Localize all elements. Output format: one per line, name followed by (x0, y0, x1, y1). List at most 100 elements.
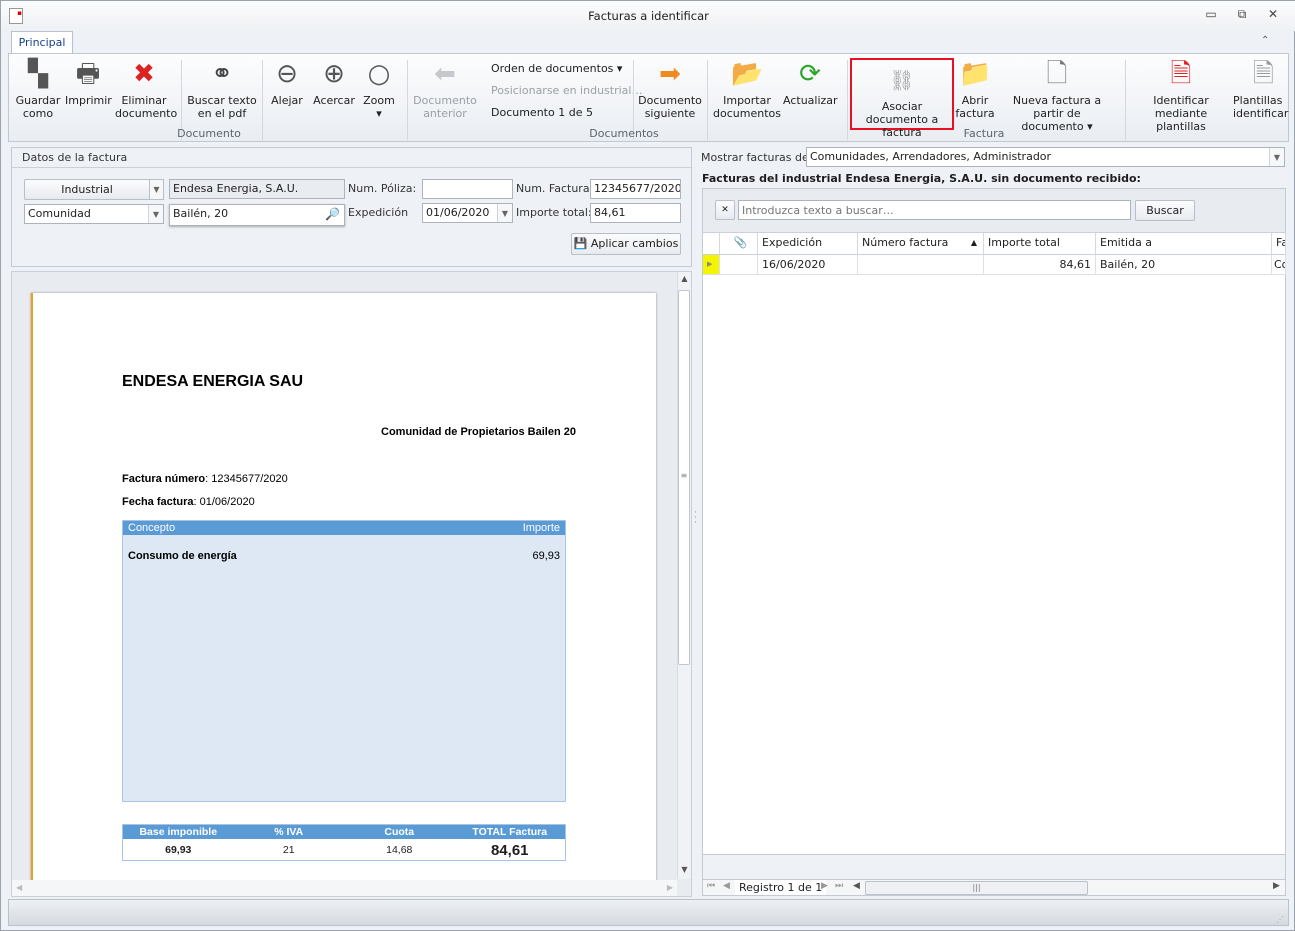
column-header-emitida[interactable]: Emitida a (1096, 233, 1272, 255)
alejar-button[interactable]: ⊖ Alejar (267, 58, 307, 107)
mostrar-label: Mostrar facturas de: (701, 151, 813, 164)
mostrar-dropdown[interactable]: ▼ (1269, 148, 1284, 166)
attachment-column-header[interactable]: 📎 (720, 233, 758, 255)
delete-icon: ✖ (133, 59, 155, 89)
industrial-type-button[interactable]: Industrial (24, 179, 150, 200)
pdf-vertical-scrollbar[interactable]: ▲ ≡ ▼ (677, 272, 691, 879)
arrow-left-icon: ⬅ (434, 59, 456, 89)
imprimir-button[interactable]: 🖶 Imprimir (65, 58, 112, 107)
concepto-header: Concepto (128, 522, 176, 534)
window-title: Facturas a identificar (588, 9, 709, 23)
plantillas-button[interactable]: 🗎Plantillas identificar f (1233, 58, 1289, 120)
total-factura: 84,61 (490, 841, 529, 859)
eliminar-documento-button[interactable]: ✖ Eliminar documento (115, 58, 177, 120)
industrial-field[interactable]: Endesa Energia, S.A.U. (169, 179, 345, 199)
close-button[interactable]: ✕ (1263, 7, 1283, 23)
group-factura-label: Factura (963, 127, 1005, 140)
poliza-input[interactable] (422, 179, 513, 199)
refresh-icon: ⟳ (799, 59, 821, 89)
minimize-button[interactable]: ▭ (1201, 7, 1221, 23)
documento-counter: Documento 1 de 5 (491, 106, 593, 119)
collapse-ribbon-icon[interactable]: ⌃ (1261, 35, 1269, 46)
actualizar-button[interactable]: ⟳ Actualizar (783, 58, 838, 107)
pdf-scroll-thumb[interactable]: ≡ (678, 290, 690, 665)
table-cell-importe[interactable]: 84,61 (984, 255, 1096, 275)
column-header-importe[interactable]: Importe total (984, 233, 1096, 255)
table-cell-attachment[interactable] (720, 255, 758, 275)
splitter-handle[interactable]: · · · (694, 509, 697, 528)
documento-siguiente-button[interactable]: ➡ Documento siguiente (637, 58, 703, 120)
importar-documentos-button[interactable]: 📂 Importar documentos (711, 58, 783, 120)
orden-documentos-dropdown[interactable]: Orden de documentos ▾ (491, 62, 622, 75)
posicionarse-button[interactable]: Posicionarse en industrial… (491, 84, 642, 97)
concepto-table: Concepto Importe Consumo de energía 69,93 (122, 520, 566, 802)
totals-header: TOTAL Factura (472, 826, 548, 838)
column-header-expedicion[interactable]: Expedición (758, 233, 858, 255)
abrir-factura-button[interactable]: 📁 Abrir factura (955, 58, 995, 120)
scroll-right-button[interactable]: ▶ (1273, 881, 1280, 891)
concepto-importe: 69,93 (532, 550, 560, 562)
last-record-button[interactable]: ⏭ (835, 881, 843, 891)
pdf-page: ENDESA ENERGIA SAU Comunidad de Propieta… (31, 293, 656, 883)
first-record-button[interactable]: ⏮ (707, 881, 715, 891)
totals-header: Base imponible (139, 826, 218, 838)
search-input[interactable] (738, 200, 1131, 220)
buscar-texto-button[interactable]: ⚭ Buscar texto en el pdf (187, 58, 257, 120)
acercar-button[interactable]: ⊕ Acercar (312, 58, 356, 107)
scroll-left-button[interactable]: ◀ (853, 881, 860, 891)
row-indicator[interactable]: ▶ (703, 255, 720, 275)
restore-button[interactable]: ⧉ (1232, 7, 1252, 23)
prev-record-button[interactable]: ◀ (723, 881, 730, 891)
asociar-documento-button[interactable]: ⛓ Asociar documento a factura (850, 58, 954, 139)
table-cell-emitida[interactable]: Bailén, 20 (1096, 255, 1272, 275)
totals-header: Cuota (384, 826, 415, 838)
zoom-out-icon: ⊖ (276, 59, 298, 89)
next-record-button[interactable]: ▶ (821, 881, 828, 891)
tab-principal[interactable]: Principal (11, 31, 73, 54)
totals-header: % IVA (274, 826, 304, 838)
industrial-type-dropdown[interactable]: ▼ (149, 179, 164, 200)
template-icon: 🗎 (1253, 59, 1274, 89)
floppy-icon: 💾 (573, 237, 588, 250)
status-bar: ⋰ (8, 899, 1289, 926)
guardar-como-button[interactable]: ▚ Guardar como (13, 58, 63, 120)
column-header-numero[interactable]: Número factura ▲ (858, 233, 984, 255)
mostrar-select[interactable]: Comunidades, Arrendadores, Administrador (806, 147, 1285, 167)
ribbon: ▚ Guardar como 🖶 Imprimir ✖ Eliminar docume… (8, 53, 1289, 142)
row-indicator-header (703, 233, 720, 255)
identificar-plantillas-button[interactable]: 🗎 Identificar mediante plantillas (1133, 58, 1229, 133)
zoom-button[interactable]: ○ Zoom ▾ (359, 58, 399, 120)
comunidad-field[interactable]: Bailén, 20 (169, 204, 345, 226)
grid-navigator: ⏮ ◀ Registro 1 de 1 ▶ ⏭ ◀ ||| ▶ (702, 879, 1286, 896)
pdf-horizontal-scrollbar[interactable]: ◀ ▶ (12, 880, 677, 896)
comunidad-type-select[interactable]: Comunidad (24, 204, 164, 224)
title-bar: ▪ Facturas a identificar ▭ ⧉ ✕ (1, 1, 1295, 31)
importe-label: Importe total: (516, 206, 592, 219)
table-cell-numero[interactable] (858, 255, 984, 275)
zoom-in-icon: ⊕ (323, 59, 345, 89)
column-header-fa[interactable]: Fa (1272, 233, 1286, 255)
numfactura-input[interactable]: 12345677/2020 (590, 179, 681, 199)
comunidad-type-dropdown[interactable]: ▼ (148, 205, 163, 223)
paperclip-icon: 📎 (733, 236, 748, 249)
grid-scroll-thumb[interactable]: ||| (865, 881, 1088, 895)
search-lookup-icon[interactable]: 🔎 (325, 207, 340, 221)
nueva-factura-button[interactable]: 🗋 Nueva factura a partir de documento ▾ (1001, 58, 1113, 133)
clear-search-button[interactable]: ✕ (715, 200, 735, 220)
table-cell-expedicion[interactable]: 16/06/2020 (758, 255, 858, 275)
importe-header: Importe (522, 522, 560, 534)
importe-input[interactable]: 84,61 (590, 203, 681, 223)
group-documentos-label: Documentos (589, 127, 659, 140)
documento-anterior-button[interactable]: ⬅ Documento anterior (413, 58, 477, 120)
table-cell-fa[interactable]: Co (1272, 255, 1286, 275)
datos-factura-title: Datos de la factura (12, 148, 691, 168)
date-dropdown[interactable]: ▼ (497, 204, 512, 222)
aplicar-cambios-button[interactable]: 💾 Aplicar cambios (571, 233, 681, 255)
printer-icon: 🖶 (75, 59, 101, 89)
folder-documents-icon: 📂 (731, 59, 764, 89)
buscar-button[interactable]: Buscar (1135, 200, 1195, 221)
resize-grip-icon[interactable]: ⋰ (1276, 915, 1284, 924)
iva: 21 (282, 844, 295, 856)
cuota: 14,68 (386, 844, 413, 856)
pdf-recipient: Comunidad de Propietarios Bailen 20 (381, 426, 576, 438)
